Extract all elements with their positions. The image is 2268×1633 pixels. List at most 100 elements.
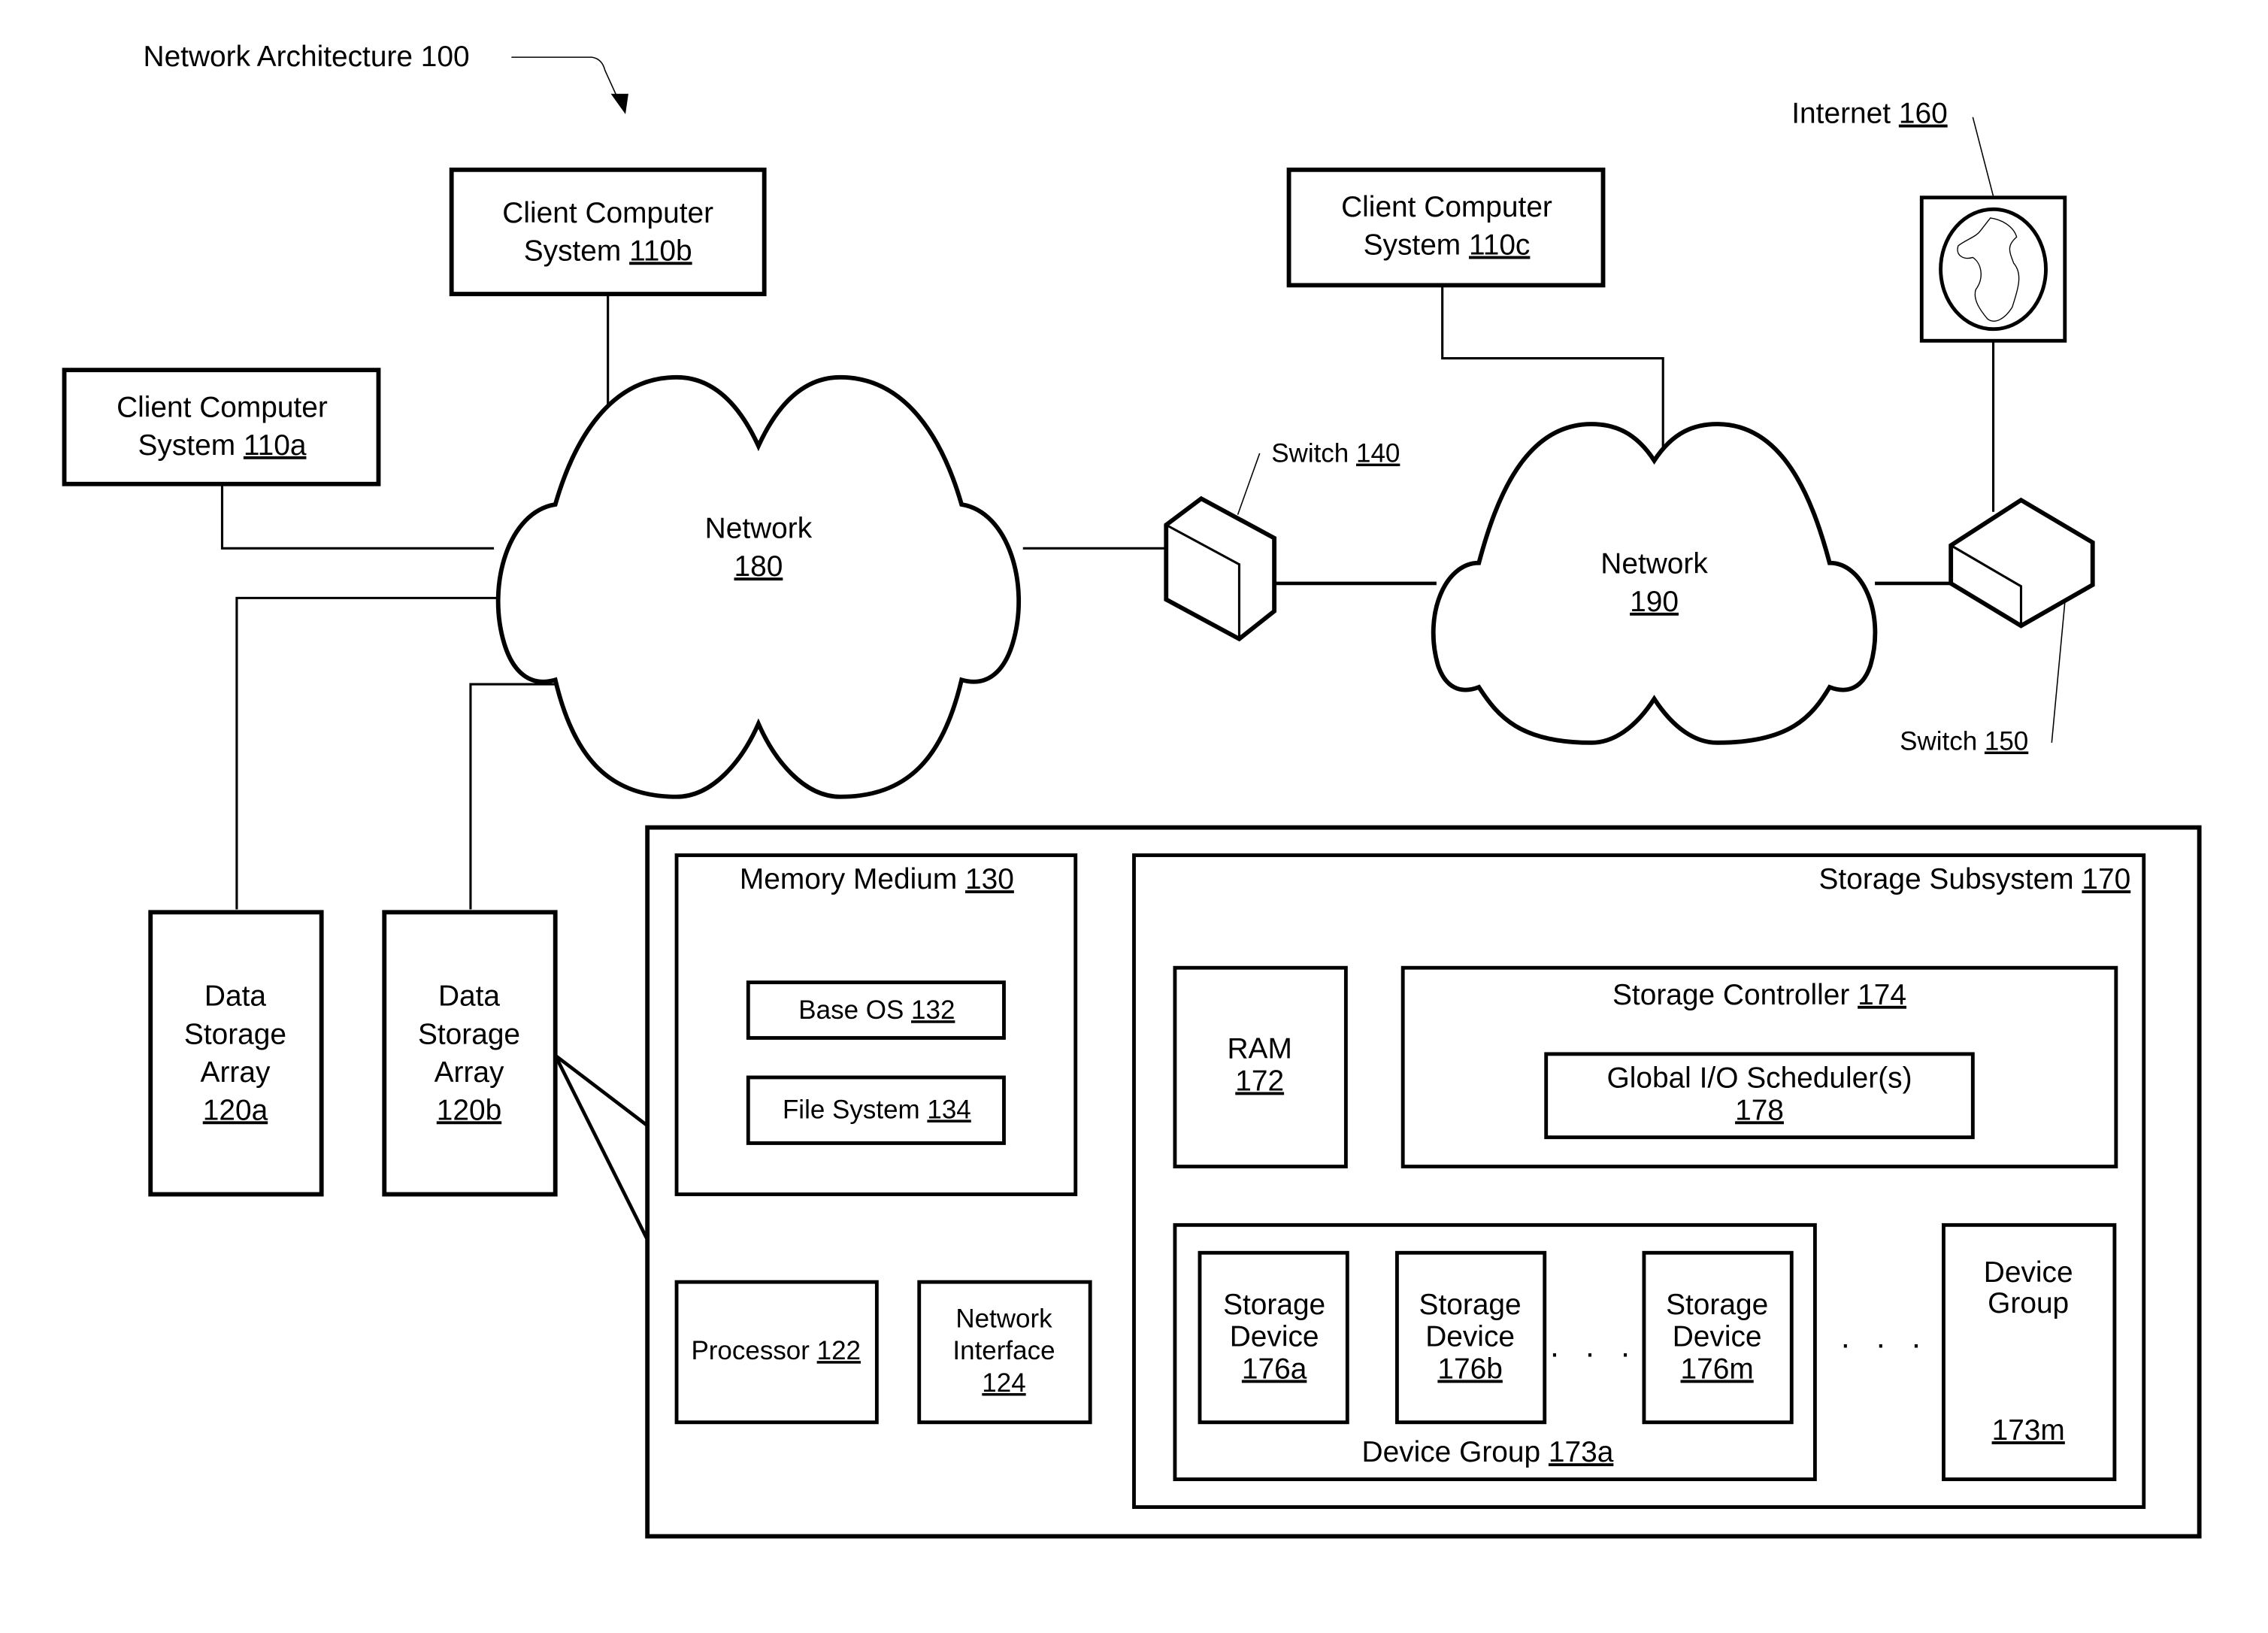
cloud-icon bbox=[1431, 422, 1878, 745]
client-110b-box bbox=[449, 167, 767, 296]
array-120b-line3: Array bbox=[435, 1056, 504, 1089]
device-group-173m[interactable]: Device Group 173m bbox=[1942, 1222, 2117, 1482]
base-os-132[interactable]: Base OS 132 bbox=[746, 980, 1006, 1040]
ref-174: 174 bbox=[1858, 979, 1906, 1011]
ref-110c: 110c bbox=[1469, 229, 1530, 262]
client-110a-line2: System 110a bbox=[138, 429, 307, 462]
client-computer-110a[interactable]: Client Computer System 110a bbox=[62, 368, 381, 486]
storage-device-176m-line2: Device bbox=[1673, 1321, 1762, 1353]
memory-medium-label: Memory Medium 130 bbox=[740, 863, 1014, 895]
ref-180: 180 bbox=[734, 550, 783, 583]
client-110a-box bbox=[62, 368, 381, 486]
ref-173m: 173m bbox=[1992, 1414, 2065, 1447]
ram-label: RAM bbox=[1227, 1033, 1291, 1065]
storage-controller-174[interactable]: Storage Controller 174 Global I/O Schedu… bbox=[1400, 965, 2118, 1169]
ref-132: 132 bbox=[911, 995, 955, 1025]
title-leader-line bbox=[511, 56, 620, 103]
switch-140-leader bbox=[1237, 453, 1261, 515]
processor-122[interactable]: Processor 122 bbox=[674, 1280, 879, 1425]
internet-160[interactable]: Internet 160 bbox=[1791, 98, 2067, 343]
ref-178: 178 bbox=[1735, 1094, 1784, 1126]
network-architecture-diagram: Network Architecture 100 Client Computer… bbox=[62, 41, 2202, 1539]
storage-device-176a[interactable]: Storage Device 176a bbox=[1198, 1250, 1349, 1425]
wire-110c-190 bbox=[1441, 285, 1664, 456]
device-group-173a-label: Device Group 173a bbox=[1362, 1436, 1614, 1468]
network-interface-124[interactable]: Network Interface 124 bbox=[917, 1280, 1092, 1425]
title-arrow-icon bbox=[610, 93, 628, 114]
ref-130: 130 bbox=[965, 863, 1014, 895]
ref-176a: 176a bbox=[1242, 1353, 1307, 1385]
ref-173a: 173a bbox=[1549, 1436, 1614, 1468]
ref-176b: 176b bbox=[1437, 1353, 1502, 1385]
ref-124: 124 bbox=[982, 1368, 1025, 1398]
wire-110a-180 bbox=[220, 483, 495, 550]
storage-subsystem-label: Storage Subsystem 170 bbox=[1819, 863, 2131, 895]
client-110b-line2: System 110b bbox=[524, 235, 692, 267]
file-system-label: File System 134 bbox=[783, 1095, 971, 1124]
storage-device-176b-line2: Device bbox=[1425, 1321, 1515, 1353]
client-110c-line1: Client Computer bbox=[1341, 191, 1552, 223]
ref-190: 190 bbox=[1630, 586, 1679, 618]
storage-controller-label: Storage Controller 174 bbox=[1612, 979, 1906, 1011]
storage-device-176a-line2: Device bbox=[1230, 1321, 1319, 1353]
network-180-label: Network bbox=[705, 513, 813, 545]
ref-176m: 176m bbox=[1681, 1353, 1754, 1385]
ref-134: 134 bbox=[927, 1095, 970, 1124]
ref-172: 172 bbox=[1235, 1065, 1284, 1097]
storage-device-176b-line1: Storage bbox=[1419, 1289, 1522, 1321]
ram-172[interactable]: RAM 172 bbox=[1173, 965, 1348, 1169]
switch-150-label: Switch 150 bbox=[1900, 727, 2028, 756]
client-computer-110b[interactable]: Client Computer System 110b bbox=[449, 167, 767, 296]
switch-icon bbox=[1164, 495, 1277, 642]
array-120b-line2: Storage bbox=[418, 1018, 520, 1050]
ref-120a: 120a bbox=[203, 1094, 268, 1126]
array-120a-box bbox=[148, 910, 324, 1197]
wire-120a-180 bbox=[235, 596, 515, 910]
ref-170: 170 bbox=[2082, 863, 2130, 895]
network-190[interactable]: Network 190 bbox=[1431, 422, 1878, 745]
storage-device-176b[interactable]: Storage Device 176b bbox=[1394, 1250, 1547, 1425]
device-group-173a[interactable]: Device Group 173a Storage Device 176a St… bbox=[1173, 1222, 1817, 1482]
io-scheduler-label: Global I/O Scheduler(s) bbox=[1606, 1062, 1912, 1095]
switch-140[interactable]: Switch 140 bbox=[1164, 439, 1400, 642]
ref-122: 122 bbox=[817, 1336, 861, 1365]
global-io-scheduler-178[interactable]: Global I/O Scheduler(s) 178 bbox=[1544, 1052, 1975, 1140]
ref-160: 160 bbox=[1899, 98, 1948, 130]
storage-device-176m[interactable]: Storage Device 176m bbox=[1642, 1250, 1794, 1425]
switch-150-leader bbox=[2051, 602, 2066, 743]
group-ellipsis: . . . bbox=[1841, 1319, 1930, 1356]
data-storage-array-120b[interactable]: Data Storage Array 120b bbox=[382, 910, 558, 1197]
callout-line-lower bbox=[553, 1054, 650, 1535]
client-110c-line2: System 110c bbox=[1364, 229, 1531, 262]
array-120b-box bbox=[382, 910, 558, 1197]
array-120a-line1: Data bbox=[204, 980, 266, 1013]
file-system-134[interactable]: File System 134 bbox=[746, 1075, 1006, 1145]
array-120b-detail: Memory Medium 130 Base OS 132 File Syste… bbox=[645, 825, 2202, 1539]
storage-device-176a-line1: Storage bbox=[1223, 1289, 1325, 1321]
array-120a-line2: Storage bbox=[184, 1018, 286, 1050]
switch-140-label: Switch 140 bbox=[1271, 439, 1400, 468]
device-ellipsis: . . . bbox=[1550, 1328, 1639, 1364]
network-180[interactable]: Network 180 bbox=[495, 374, 1022, 799]
switch-150[interactable]: Switch 150 bbox=[1900, 497, 2095, 756]
client-110c-box bbox=[1286, 167, 1606, 288]
storage-device-176m-line1: Storage bbox=[1666, 1289, 1768, 1321]
memory-medium-130[interactable]: Memory Medium 130 Base OS 132 File Syste… bbox=[674, 853, 1078, 1196]
internet-leader bbox=[1972, 117, 1994, 196]
device-group-173m-line1: Device bbox=[1984, 1256, 2073, 1289]
array-120a-line3: Array bbox=[201, 1056, 271, 1089]
storage-subsystem-170[interactable]: Storage Subsystem 170 RAM 172 Storage Co… bbox=[1132, 853, 2146, 1509]
base-os-label: Base OS 132 bbox=[798, 995, 955, 1025]
client-110b-line1: Client Computer bbox=[502, 197, 713, 229]
device-group-173m-line2: Group bbox=[1988, 1287, 2069, 1319]
ref-140: 140 bbox=[1356, 439, 1400, 468]
internet-label: Internet 160 bbox=[1791, 98, 1947, 130]
figure-title: Network Architecture 100 bbox=[144, 41, 470, 73]
ref-120b: 120b bbox=[437, 1094, 501, 1126]
processor-label: Processor 122 bbox=[691, 1336, 861, 1365]
data-storage-array-120a[interactable]: Data Storage Array 120a bbox=[148, 910, 324, 1197]
ref-110b: 110b bbox=[629, 235, 692, 267]
client-computer-110c[interactable]: Client Computer System 110c bbox=[1286, 167, 1606, 288]
network-interface-line1: Network bbox=[955, 1304, 1052, 1333]
network-190-label: Network bbox=[1600, 547, 1708, 580]
